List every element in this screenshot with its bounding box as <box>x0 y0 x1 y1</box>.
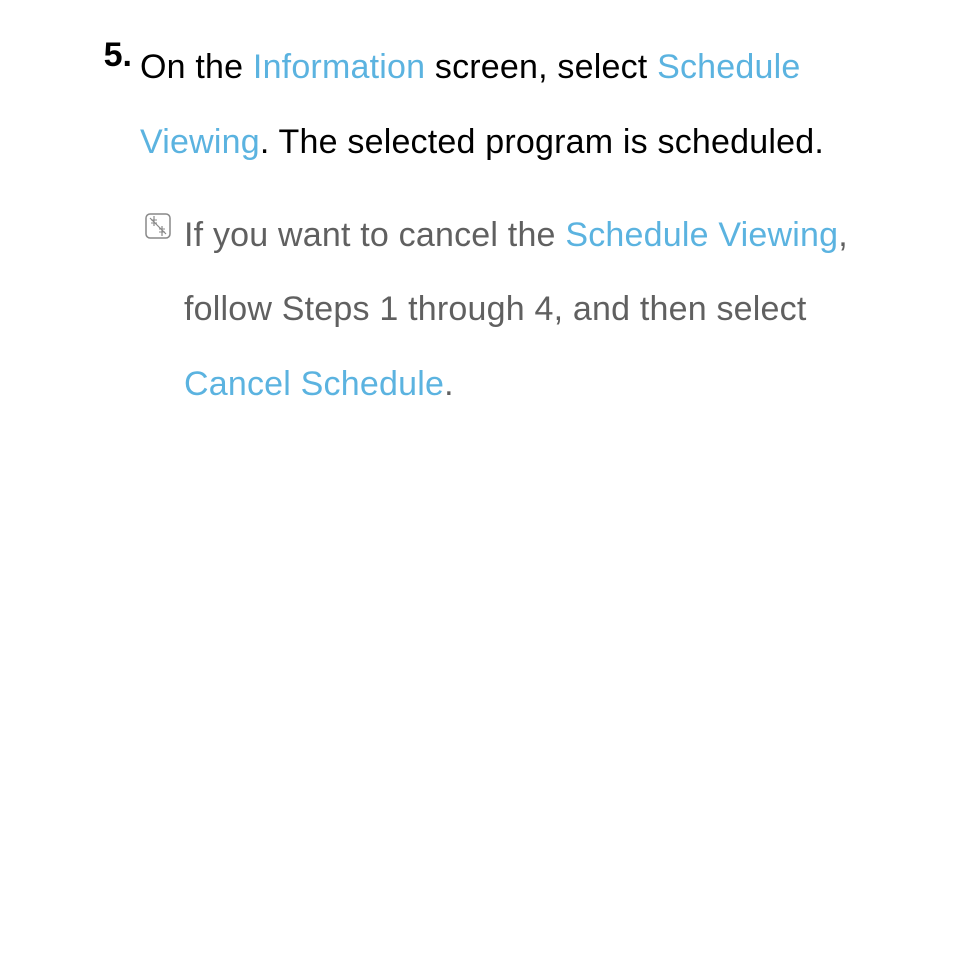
period: . <box>260 123 270 161</box>
step-text: On the Information screen, select Schedu… <box>140 30 914 180</box>
note-icon <box>144 212 172 240</box>
highlight-cancel-schedule: Cancel Schedule <box>184 365 444 403</box>
step-number: 5. <box>100 30 132 81</box>
period: . <box>444 365 454 403</box>
highlight-schedule-viewing-note: Schedule Viewing <box>565 216 838 254</box>
note-item: If you want to cancel the Schedule Viewi… <box>140 198 914 422</box>
note-text: If you want to cancel the Schedule Viewi… <box>184 198 914 422</box>
step-body: On the Information screen, select Schedu… <box>140 30 914 422</box>
step-text-segment: screen, select <box>425 48 657 86</box>
note-text-segment: If you want to cancel the <box>184 216 565 254</box>
step-text-segment: The selected program is scheduled. <box>270 123 824 161</box>
highlight-information: Information <box>253 48 425 86</box>
step-text-segment: On the <box>140 48 253 86</box>
step-item: 5. On the Information screen, select Sch… <box>100 30 914 422</box>
